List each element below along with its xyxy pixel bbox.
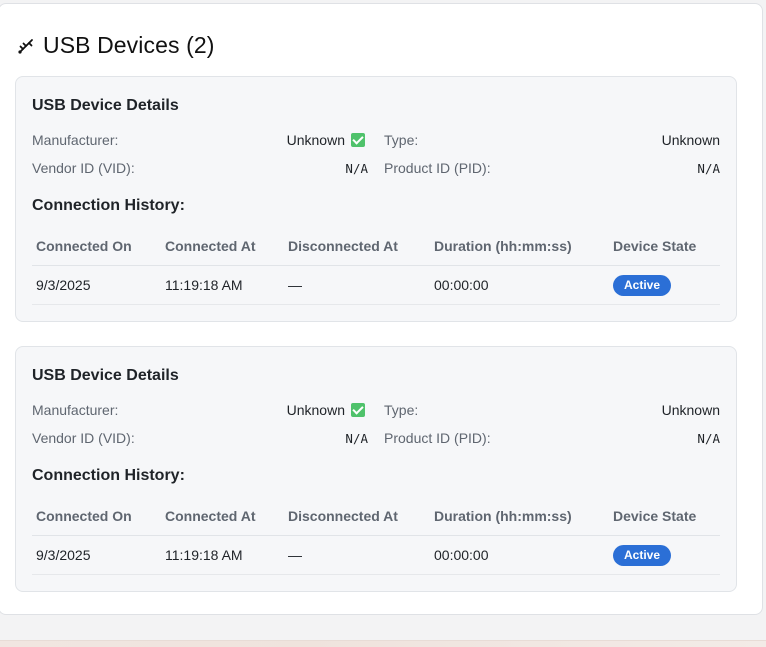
check-icon <box>351 403 365 417</box>
connection-history-title: Connection History: <box>32 467 185 484</box>
vid-value: N/A <box>345 161 368 176</box>
table-header-row: Connected On Connected At Disconnected A… <box>32 497 720 536</box>
manufacturer-value: Unknown <box>287 402 365 418</box>
column-header: Connected At <box>165 238 256 254</box>
pid-value: N/A <box>697 431 720 446</box>
manufacturer-label: Manufacturer: <box>32 402 119 418</box>
connection-history-table: Connected On Connected At Disconnected A… <box>32 497 720 575</box>
connection-history-table: Connected On Connected At Disconnected A… <box>32 227 720 305</box>
column-header: Device State <box>613 238 697 254</box>
type-label: Type: <box>384 402 419 418</box>
panel-header: USB Devices (2) <box>17 32 214 59</box>
device-details-title: USB Device Details <box>32 97 179 114</box>
manufacturer-value: Unknown <box>287 132 365 148</box>
disconnected-at-cell: — <box>288 277 302 293</box>
column-header: Connected On <box>36 238 132 254</box>
column-header: Duration (hh:mm:ss) <box>434 238 572 254</box>
column-header: Connected On <box>36 508 132 524</box>
type-label: Type: <box>384 132 419 148</box>
connected-on-cell: 9/3/2025 <box>36 277 91 293</box>
type-value: Unknown <box>661 402 720 418</box>
connected-at-cell: 11:19:18 AM <box>165 547 243 563</box>
manufacturer-label: Manufacturer: <box>32 132 119 148</box>
page-title: USB Devices (2) <box>43 32 215 58</box>
type-value: Unknown <box>661 132 720 148</box>
column-header: Connected At <box>165 508 256 524</box>
vid-label: Vendor ID (VID): <box>32 430 135 446</box>
usb-icon <box>17 37 35 55</box>
connected-on-cell: 9/3/2025 <box>36 547 91 563</box>
pid-value: N/A <box>697 161 720 176</box>
connection-history-title: Connection History: <box>32 197 185 214</box>
pid-label: Product ID (PID): <box>384 160 491 176</box>
column-header: Duration (hh:mm:ss) <box>434 508 572 524</box>
pid-label: Product ID (PID): <box>384 430 491 446</box>
disconnected-at-cell: — <box>288 547 302 563</box>
column-header: Disconnected At <box>288 238 398 254</box>
status-badge: Active <box>613 275 672 296</box>
duration-cell: 00:00:00 <box>434 277 489 293</box>
duration-cell: 00:00:00 <box>434 547 489 563</box>
status-badge: Active <box>613 545 672 566</box>
usb-devices-panel: USB Devices (2) USB Device Details Manuf… <box>0 3 763 615</box>
device-details-title: USB Device Details <box>32 367 179 384</box>
vid-value: N/A <box>345 431 368 446</box>
connected-at-cell: 11:19:18 AM <box>165 277 243 293</box>
check-icon <box>351 133 365 147</box>
table-row: 9/3/2025 11:19:18 AM — 00:00:00 Active <box>32 536 720 575</box>
table-header-row: Connected On Connected At Disconnected A… <box>32 227 720 266</box>
table-row: 9/3/2025 11:19:18 AM — 00:00:00 Active <box>32 266 720 305</box>
device-card: USB Device Details Manufacturer: Unknown… <box>15 76 737 322</box>
column-header: Disconnected At <box>288 508 398 524</box>
device-card: USB Device Details Manufacturer: Unknown… <box>15 346 737 592</box>
column-header: Device State <box>613 508 697 524</box>
vid-label: Vendor ID (VID): <box>32 160 135 176</box>
